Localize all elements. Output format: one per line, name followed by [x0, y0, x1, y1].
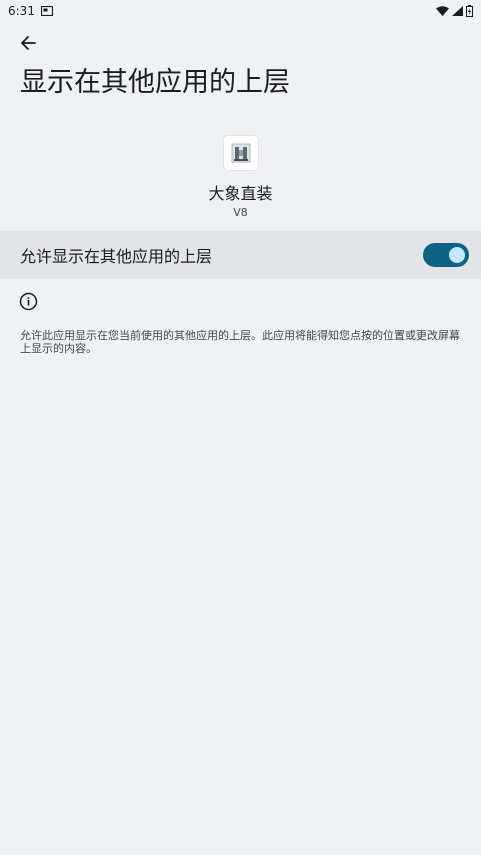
- status-right: [436, 5, 473, 17]
- app-name: 大象直装: [208, 184, 273, 203]
- battery-icon: [466, 5, 473, 17]
- arrow-back-icon: [20, 35, 36, 55]
- app-icon: [223, 136, 258, 170]
- info-icon: [19, 292, 38, 311]
- app-header: 大象直装 V8: [0, 136, 481, 219]
- page-title: 显示在其他应用的上层: [20, 67, 290, 98]
- wifi-icon: [436, 6, 449, 16]
- switch-thumb: [449, 247, 465, 263]
- allow-overlay-switch[interactable]: [423, 243, 469, 267]
- signal-icon: [452, 6, 463, 16]
- app-version: V8: [233, 206, 248, 219]
- allow-overlay-toggle-row[interactable]: 允许显示在其他应用的上层: [0, 231, 481, 279]
- notification-icon: [40, 6, 53, 16]
- allow-overlay-label: 允许显示在其他应用的上层: [20, 247, 213, 266]
- back-button[interactable]: [14, 32, 42, 58]
- info-description: 允许此应用显示在您当前使用的其他应用的上层。此应用将能得知您点按的位置或更改屏幕…: [20, 329, 460, 355]
- status-time: 6:31: [8, 4, 35, 18]
- status-bar: 6:31: [0, 0, 481, 22]
- status-left: 6:31: [8, 4, 53, 18]
